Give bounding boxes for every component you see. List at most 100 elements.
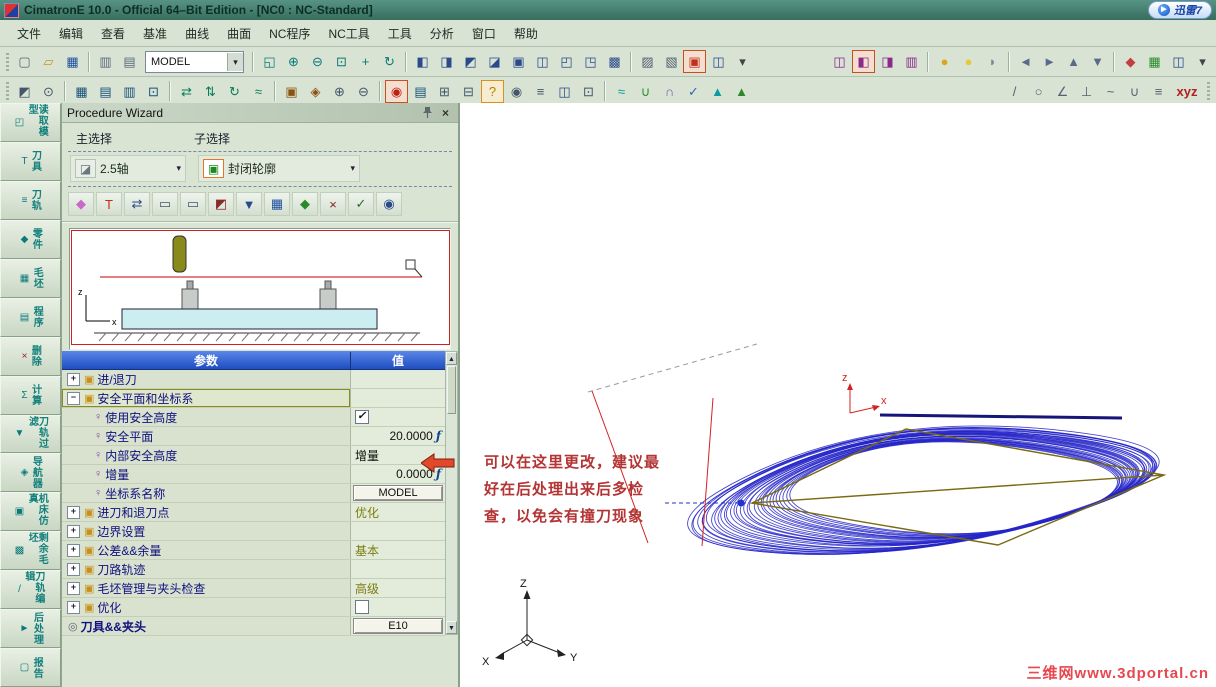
table-row[interactable]: ♀ 坐标系名称 MODEL ƒ: [62, 484, 445, 503]
smooth-icon[interactable]: ≈: [247, 80, 270, 103]
arc-icon[interactable]: ∩: [658, 80, 681, 103]
down-icon[interactable]: ▼: [1086, 50, 1109, 73]
param-value-cell[interactable]: 基本 ƒ: [350, 541, 445, 559]
view-top-icon[interactable]: ◳: [579, 50, 602, 73]
expander[interactable]: +: [67, 372, 80, 386]
expander[interactable]: +: [67, 581, 80, 595]
layer-icon[interactable]: ◫: [828, 50, 851, 73]
chevron-down-icon[interactable]: ▾: [227, 52, 243, 71]
spline-icon[interactable]: ~: [1099, 80, 1122, 103]
split-icon[interactable]: ◫: [553, 80, 576, 103]
param-value-cell[interactable]: ƒ: [350, 389, 445, 407]
open-file-icon[interactable]: ▱: [37, 50, 60, 73]
expander[interactable]: +: [67, 562, 80, 576]
add-icon[interactable]: ⊕: [328, 80, 351, 103]
table-row[interactable]: + ▣ 边界设置 ƒ: [62, 522, 445, 541]
entity-mask-icon[interactable]: ◨: [876, 50, 899, 73]
cell-icon[interactable]: ⊡: [577, 80, 600, 103]
menu-tools[interactable]: 工具: [379, 22, 421, 45]
chevron-down-icon[interactable]: ▾: [176, 163, 181, 174]
sidebar-item-remaining-stock[interactable]: ▩ 剩余毛坯: [0, 531, 61, 571]
window-cube-icon[interactable]: ◫: [707, 50, 730, 73]
active-proc-icon[interactable]: ◉: [385, 79, 408, 103]
sidebar-item-post-process[interactable]: ► 后处理: [0, 609, 61, 649]
points-icon[interactable]: ▦: [70, 80, 93, 103]
active-tool-icon[interactable]: ▣: [683, 50, 706, 73]
table-row[interactable]: ♀ 内部安全高度 增量 ƒ: [62, 446, 445, 465]
table-row[interactable]: + ▣ 进/退刀 ƒ: [62, 370, 445, 389]
sidebar-item-toolpath-filter[interactable]: ▼ 刀轨过滤: [0, 414, 61, 454]
param-value-cell[interactable]: MODEL ƒ: [350, 484, 445, 502]
pin-icon[interactable]: [420, 106, 435, 120]
info-icon[interactable]: ◉: [505, 80, 528, 103]
stock-icon[interactable]: ▣: [280, 80, 303, 103]
table-row[interactable]: ◎ 刀具&&夹头 E10 ƒ: [62, 617, 445, 636]
menu-help[interactable]: 帮助: [505, 22, 547, 45]
function-icon[interactable]: ƒ: [436, 429, 441, 443]
line-icon[interactable]: /: [1003, 80, 1026, 103]
sidebar-item-report[interactable]: ▢ 报告: [0, 648, 61, 687]
scroll-down-icon[interactable]: ▼: [446, 621, 457, 634]
sub-select-combo[interactable]: ▣ 封闭轮廓 ▾: [198, 155, 360, 182]
normal-icon[interactable]: ▲: [706, 80, 729, 103]
bulb-on-icon[interactable]: ●: [933, 50, 956, 73]
main-select-combo[interactable]: ◪ 2.5轴 ▾: [70, 155, 186, 182]
collapse-icon[interactable]: ⊟: [457, 80, 480, 103]
xyz-icon[interactable]: xyz: [1171, 80, 1203, 103]
flip-icon[interactable]: ⇅: [199, 80, 222, 103]
view-iso-icon[interactable]: ◰: [555, 50, 578, 73]
table-row[interactable]: + ▣ 公差&&余量 基本 ƒ: [62, 541, 445, 560]
sidebar-item-navigator[interactable]: ◈ 导航器: [0, 453, 61, 493]
param-value-cell[interactable]: ƒ: [350, 370, 445, 388]
sidebar-item-delete[interactable]: × 删除: [0, 336, 61, 376]
apply-icon[interactable]: ✓: [348, 192, 374, 216]
lines-icon[interactable]: ▤: [94, 80, 117, 103]
zoom-out-icon[interactable]: ⊖: [306, 50, 329, 73]
expander[interactable]: −: [67, 391, 80, 405]
monitor-icon[interactable]: ▭: [180, 192, 206, 216]
toolbar-grip[interactable]: [1207, 82, 1210, 100]
report-icon[interactable]: ▤: [409, 80, 432, 103]
expander[interactable]: +: [67, 524, 80, 538]
expand-icon[interactable]: ⊞: [433, 80, 456, 103]
pick-icon[interactable]: ⊙: [37, 80, 60, 103]
wireframe-icon[interactable]: ◨: [435, 50, 458, 73]
geometry-icon[interactable]: ◆: [68, 192, 94, 216]
angle-icon[interactable]: ∠: [1051, 80, 1074, 103]
cut-icon[interactable]: ×: [320, 192, 346, 216]
sidebar-item-stock[interactable]: ▦ 毛坯: [0, 258, 61, 298]
toolbar-grip[interactable]: [6, 52, 9, 71]
menu-view[interactable]: 查看: [92, 22, 134, 45]
pan-icon[interactable]: +: [354, 50, 377, 73]
graphics-viewport[interactable]: z x Z Y X: [460, 103, 1216, 687]
box-icon[interactable]: ▣: [507, 50, 530, 73]
sim-icon[interactable]: ◆: [292, 192, 318, 216]
param-value-cell[interactable]: 优化 ƒ: [350, 503, 445, 521]
planes-icon[interactable]: ▥: [118, 80, 141, 103]
param-value-cell[interactable]: ƒ: [350, 560, 445, 578]
param-value-cell[interactable]: 高级 ƒ: [350, 579, 445, 597]
machine-icon[interactable]: ▭: [152, 192, 178, 216]
sidebar-item-read-model[interactable]: ◰ 读取模型: [0, 103, 61, 142]
checkbox[interactable]: [355, 600, 369, 614]
mask-icon[interactable]: ▧: [660, 50, 683, 73]
tool-icon[interactable]: T: [96, 192, 122, 216]
execute-icon[interactable]: ◉: [376, 192, 402, 216]
ucs-model-combo[interactable]: MODEL ▾: [145, 50, 244, 73]
prev-icon[interactable]: ◄: [1014, 50, 1037, 73]
swap-icon[interactable]: ⇄: [175, 80, 198, 103]
sidebar-item-execute[interactable]: Σ 计算: [0, 375, 61, 415]
hidden-line-icon[interactable]: ◩: [459, 50, 482, 73]
menu-nc-tools[interactable]: NC工具: [319, 22, 378, 45]
menu-surfaces[interactable]: 曲面: [218, 22, 260, 45]
sidebar-item-toolpath[interactable]: ≡ 刀轨: [0, 180, 61, 220]
table-row[interactable]: + ▣ 进刀和退刀点 优化 ƒ: [62, 503, 445, 522]
table-icon[interactable]: ▦: [1143, 50, 1166, 73]
table-row[interactable]: + ▣ 毛坯管理与夹头检查 高级 ƒ: [62, 579, 445, 598]
expander[interactable]: +: [67, 600, 80, 614]
window-icon[interactable]: ◫: [1167, 50, 1190, 73]
curve-icon[interactable]: ∪: [634, 80, 657, 103]
toolbar-grip[interactable]: [6, 82, 9, 100]
zoom-in-icon[interactable]: ⊕: [282, 50, 305, 73]
screen-icon[interactable]: ▤: [118, 50, 141, 73]
